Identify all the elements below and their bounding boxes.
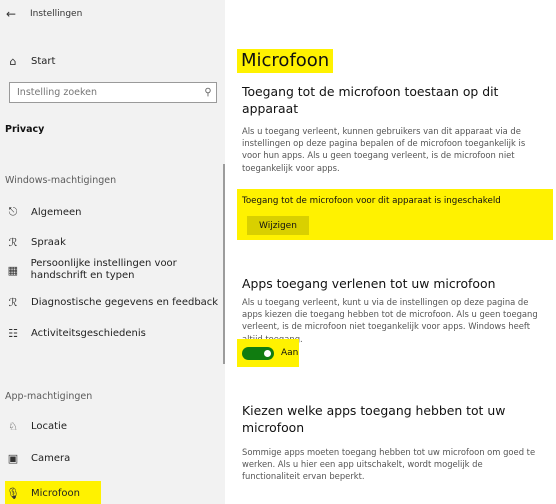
sidebar: ← Instellingen ⌂ Start ⚲ Privacy Windows… — [0, 0, 225, 504]
sidebar-item-handschrift[interactable]: ▦ Persoonlijke instellingen voor handsch… — [0, 255, 225, 285]
section-heading-choose-apps: Kiezen welke apps toegang hebben tot uw … — [242, 403, 506, 435]
sidebar-item-label: Camera — [31, 452, 71, 464]
location-icon: ♘ — [8, 419, 18, 433]
app-title: Instellingen — [30, 9, 83, 19]
sidebar-item-label: Persoonlijke instellingen voor handschri… — [30, 258, 177, 281]
sidebar-item-algemeen[interactable]: ⎋ Algemeen — [0, 200, 225, 224]
feedback-icon: ℛ — [8, 295, 18, 309]
toggle-knob — [264, 349, 271, 357]
lock-icon: ⎋ — [8, 205, 18, 218]
section-body-app-access: Als u toegang verleent, kunt u via de in… — [242, 297, 538, 344]
speech-icon: ℛ — [8, 235, 18, 249]
section-heading-app-access: Apps toegang verlenen tot uw microfoon — [242, 276, 496, 291]
section-body-device-access: Als u toegang verleent, kunnen gebruiker… — [242, 126, 526, 173]
search-icon[interactable]: ⚲ — [200, 87, 216, 98]
camera-icon: ▣ — [7, 451, 19, 465]
device-access-status: Toegang tot de microfoon voor dit appara… — [242, 196, 501, 206]
sidebar-item-locatie[interactable]: ♘ Locatie — [0, 414, 225, 438]
back-arrow-icon[interactable]: ← — [6, 7, 28, 21]
section-heading-device-access: Toegang tot de microfoon toestaan op dit… — [242, 84, 499, 116]
sidebar-item-start[interactable]: ⌂ Start — [0, 49, 225, 73]
home-icon: ⌂ — [9, 54, 17, 68]
page-title-highlight: Microfoon — [237, 49, 334, 73]
toggle-label: Aan — [281, 348, 299, 358]
app-permissions-heading: App-machtigingen — [5, 391, 93, 402]
sidebar-item-spraak[interactable]: ℛ Spraak — [0, 230, 225, 254]
sidebar-item-label: Algemeen — [31, 206, 82, 218]
search-box[interactable]: ⚲ — [9, 82, 217, 103]
sidebar-item-label: Diagnostische gegevens en feedback — [31, 296, 219, 308]
main-content: Microfoon Toegang tot de microfoon toest… — [225, 0, 556, 504]
sidebar-item-camera[interactable]: ▣ Camera — [0, 446, 225, 470]
change-button[interactable]: Wijzigen — [247, 216, 309, 235]
sidebar-item-label: Activiteitsgeschiedenis — [31, 327, 146, 339]
app-access-toggle-row: Aan — [237, 339, 299, 367]
search-input[interactable] — [15, 86, 200, 99]
app-access-toggle[interactable] — [242, 346, 274, 360]
title-bar: ← Instellingen — [6, 3, 82, 25]
sidebar-item-microfoon[interactable]: 🎙 Microfoon — [5, 481, 101, 504]
section-body-choose-apps: Sommige apps moeten toegang hebben tot u… — [242, 447, 536, 482]
windows-permissions-heading: Windows-machtigingen — [5, 175, 117, 186]
sidebar-item-activity[interactable]: ☷ Activiteitsgeschiedenis — [0, 321, 225, 345]
sidebar-item-label: Spraak — [31, 236, 66, 248]
microphone-icon: 🎙 — [6, 486, 20, 500]
sidebar-item-label: Microfoon — [31, 487, 81, 499]
sidebar-item-label: Locatie — [31, 420, 67, 432]
page-title: Microfoon — [241, 50, 330, 71]
sidebar-item-label: Start — [31, 55, 56, 67]
sidebar-item-diagnostics[interactable]: ℛ Diagnostische gegevens en feedback — [0, 290, 225, 314]
privacy-heading: Privacy — [5, 124, 45, 135]
device-access-notice: Toegang tot de microfoon voor dit appara… — [237, 189, 553, 240]
clipboard-icon: ▦ — [7, 263, 18, 277]
timeline-icon: ☷ — [8, 326, 18, 340]
